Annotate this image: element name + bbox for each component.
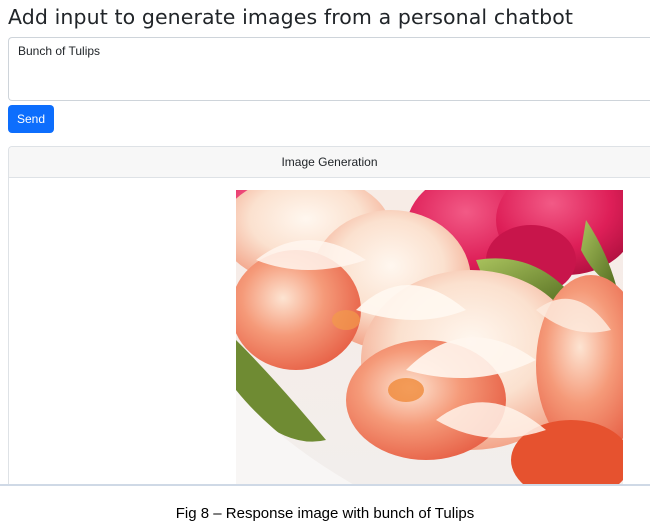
send-button[interactable]: Send <box>8 105 54 133</box>
generated-tulip-image <box>236 190 623 484</box>
prompt-input[interactable]: Bunch of Tulips <box>8 37 650 101</box>
image-generation-card: Image Generation <box>8 146 650 484</box>
section-divider <box>0 484 650 486</box>
page-title: Add input to generate images from a pers… <box>8 5 573 29</box>
card-header: Image Generation <box>9 147 650 178</box>
figure-caption: Fig 8 – Response image with bunch of Tul… <box>175 505 475 522</box>
